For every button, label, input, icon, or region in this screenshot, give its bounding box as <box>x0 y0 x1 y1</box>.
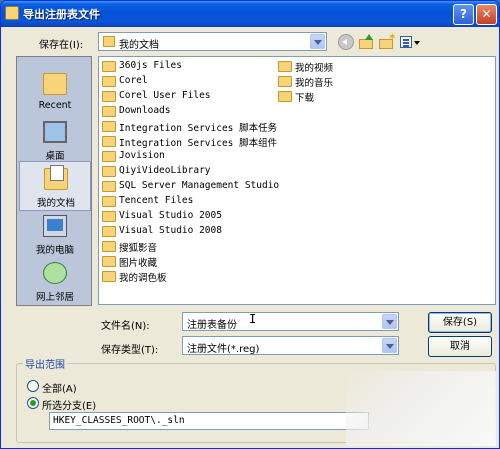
folder-icon <box>102 271 116 282</box>
filename-label: 文件名(N): <box>101 321 150 332</box>
dialog-title: 导出注册表文件 <box>23 8 100 21</box>
folder-icon <box>102 121 116 132</box>
text-cursor-icon: I <box>249 312 257 326</box>
watermark <box>346 371 496 446</box>
chevron-down-icon[interactable] <box>382 338 397 353</box>
views-menu-icon[interactable] <box>400 34 420 50</box>
selected-branch-radio[interactable] <box>27 397 39 409</box>
recent-icon <box>43 73 67 95</box>
place-recent[interactable]: Recent <box>19 67 91 117</box>
registry-icon <box>5 6 19 20</box>
save-in-value: 我的文档 <box>119 40 159 51</box>
place-my-computer[interactable]: 我的电脑 <box>19 209 91 259</box>
place-label: 我的电脑 <box>35 245 74 256</box>
export-range-title: 导出范围 <box>23 356 67 371</box>
folder-icon <box>102 226 116 237</box>
desktop-icon <box>43 121 67 143</box>
place-label: Recent <box>38 100 72 111</box>
save-button[interactable]: 保存(S) <box>428 312 492 333</box>
save-in-dropdown[interactable]: 我的文档 <box>98 32 327 51</box>
file-list[interactable]: 360js Files Corel Corel User Files Downl… <box>98 56 496 305</box>
folder-icon <box>103 36 115 47</box>
folder-icon <box>102 151 116 162</box>
filetype-dropdown[interactable]: 注册文件(*.reg) <box>182 336 399 355</box>
filetype-value: 注册文件(*.reg) <box>187 344 260 355</box>
place-desktop[interactable]: 桌面 <box>19 115 91 165</box>
folder-icon <box>102 106 116 117</box>
my-computer-icon <box>43 215 67 237</box>
branch-value: HKEY_CLASSES_ROOT\._sln <box>53 415 185 426</box>
folder-icon <box>278 76 292 87</box>
folder-icon <box>102 256 116 267</box>
place-my-documents[interactable]: 我的文档 <box>19 161 91 211</box>
all-radio[interactable] <box>27 380 39 392</box>
folder-icon <box>102 196 116 207</box>
selected-branch-label: 所选分支(E) <box>42 401 97 412</box>
my-documents-icon <box>44 165 68 190</box>
place-network[interactable]: 网上邻居 <box>19 256 91 306</box>
filename-field[interactable]: 注册表备份 <box>182 312 399 331</box>
place-label: 桌面 <box>45 151 65 162</box>
save-in-label: 保存在(I): <box>39 40 84 51</box>
folder-icon <box>278 61 292 72</box>
folder-icon <box>102 211 116 222</box>
folder-icon <box>102 91 116 102</box>
folder-icon <box>102 61 116 72</box>
export-registry-dialog: 导出注册表文件 ? ✕ 保存在(I): 我的文档 ✶ Recent 桌面 我的文… <box>0 0 500 449</box>
cancel-button[interactable]: 取消 <box>428 336 492 357</box>
new-folder-icon[interactable]: ✶ <box>379 32 396 50</box>
title-bar: 导出注册表文件 ? ✕ <box>1 1 499 27</box>
branch-field[interactable]: HKEY_CLASSES_ROOT\._sln <box>49 412 369 430</box>
place-label: 网上邻居 <box>35 292 74 303</box>
network-icon <box>43 262 67 284</box>
folder-icon <box>102 241 116 252</box>
chevron-down-icon[interactable] <box>310 34 325 49</box>
folder-icon <box>102 181 116 192</box>
back-icon[interactable] <box>338 34 354 50</box>
folder-icon <box>102 76 116 87</box>
up-folder-icon[interactable] <box>359 34 375 50</box>
filename-value: 注册表备份 <box>187 320 237 331</box>
chevron-down-icon[interactable] <box>382 314 397 329</box>
folder-icon <box>278 91 292 102</box>
help-button[interactable]: ? <box>453 4 474 25</box>
places-bar: Recent 桌面 我的文档 我的电脑 网上邻居 <box>16 56 92 306</box>
folder-icon <box>102 136 116 147</box>
close-button[interactable]: ✕ <box>476 4 497 25</box>
filetype-label: 保存类型(T): <box>101 345 159 356</box>
place-label: 我的文档 <box>36 198 75 209</box>
all-label: 全部(A) <box>42 384 77 395</box>
folder-icon <box>102 166 116 177</box>
